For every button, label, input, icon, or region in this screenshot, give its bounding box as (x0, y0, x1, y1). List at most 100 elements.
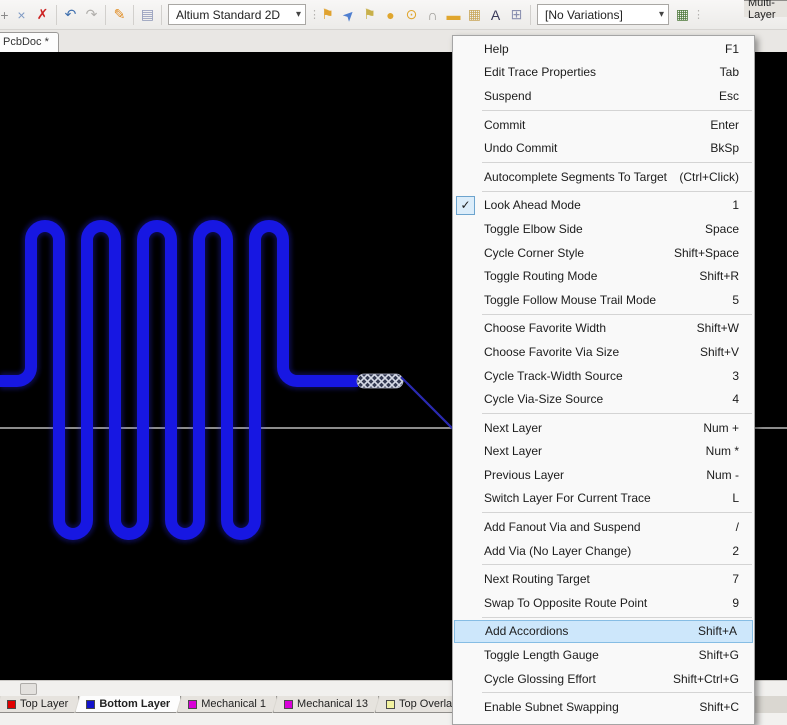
snap-point-icon[interactable]: × (11, 4, 32, 26)
menu-item-label: Add Accordions (485, 624, 688, 638)
menu-item-edit-trace-properties[interactable]: Edit Trace PropertiesTab (453, 61, 754, 85)
menu-item-shortcut: Shift+R (689, 269, 739, 283)
menu-item-cycle-glossing-effort[interactable]: Cycle Glossing EffortShift+Ctrl+G (453, 667, 754, 691)
toolbar-separator (530, 5, 531, 25)
menu-item-help[interactable]: HelpF1 (453, 37, 754, 61)
brush-icon[interactable]: ✎ (109, 4, 130, 26)
document-tab-pcbdoc[interactable]: PcbDoc * (0, 32, 59, 52)
footprint-wizard-icon[interactable]: ▤ (137, 4, 158, 26)
crosshair-icon[interactable]: + (0, 4, 11, 26)
layer-tab-mechanical-13[interactable]: Mechanical 13 (273, 696, 379, 713)
menu-item-cycle-track-width-source[interactable]: Cycle Track-Width Source3 (453, 364, 754, 388)
menu-item-shortcut: F1 (715, 42, 739, 56)
pad-array-icon[interactable]: ▦ (464, 4, 485, 26)
pad-icon[interactable]: ⊙ (401, 4, 422, 26)
menu-item-label: Suspend (484, 89, 709, 103)
layer-tab-label: Mechanical 1 (201, 698, 266, 710)
serpentine-trace[interactable] (0, 226, 358, 534)
toolbar-separator (133, 5, 134, 25)
menu-item-shortcut: Shift+G (689, 648, 739, 662)
menu-item-add-fanout-via-and-suspend[interactable]: Add Fanout Via and Suspend/ (453, 515, 754, 539)
menu-item-look-ahead-mode[interactable]: ✓ Look Ahead Mode1 (453, 194, 754, 218)
menu-item-commit[interactable]: CommitEnter (453, 113, 754, 137)
menu-item-autocomplete-segments-to-target[interactable]: Autocomplete Segments To Target(Ctrl+Cli… (453, 165, 754, 189)
layer-tab-bottom-layer[interactable]: Bottom Layer (75, 696, 181, 713)
menu-separator (482, 692, 752, 693)
menu-item-label: Swap To Opposite Route Point (484, 596, 722, 610)
menu-item-shortcut: 1 (722, 198, 739, 212)
menu-item-choose-favorite-width[interactable]: Choose Favorite WidthShift+W (453, 317, 754, 341)
via-icon[interactable]: ● (380, 4, 401, 26)
menu-item-shortcut: Num - (696, 468, 739, 482)
layer-tab-top-layer[interactable]: Top Layer (0, 696, 79, 713)
checkmark-icon: ✓ (456, 196, 475, 215)
menu-item-next-routing-target[interactable]: Next Routing Target7 (453, 567, 754, 591)
menu-item-label: Next Layer (484, 444, 696, 458)
menu-separator (482, 314, 752, 315)
menu-item-cycle-via-size-source[interactable]: Cycle Via-Size Source4 (453, 387, 754, 411)
menu-item-shortcut: Num + (693, 421, 739, 435)
menu-item-suspend[interactable]: SuspendEsc (453, 84, 754, 108)
menu-item-add-accordions[interactable]: Add AccordionsShift+A (454, 620, 753, 644)
menu-item-previous-layer[interactable]: Previous LayerNum - (453, 463, 754, 487)
chevron-down-icon[interactable]: ▾ (649, 9, 664, 20)
menu-item-enable-subnet-swapping[interactable]: Enable Subnet SwappingShift+C (453, 695, 754, 719)
menu-item-shortcut: Esc (709, 89, 739, 103)
menu-item-shortcut: 5 (722, 293, 739, 307)
layer-tab-label: Mechanical 13 (297, 698, 368, 710)
undo-icon[interactable]: ↶ (60, 4, 81, 26)
menu-item-label: Toggle Follow Mouse Trail Mode (484, 293, 722, 307)
horizontal-scrollbar-thumb[interactable] (20, 683, 37, 695)
fill-icon[interactable]: ▬ (443, 4, 464, 26)
menu-item-shortcut: / (726, 520, 739, 534)
toolbar-separator (56, 5, 57, 25)
menu-separator (482, 110, 752, 111)
menu-item-undo-commit[interactable]: Undo CommitBkSp (453, 136, 754, 160)
menu-item-shortcut: 4 (722, 392, 739, 406)
redo-icon[interactable]: ↷ (81, 4, 102, 26)
layer-tab-multi-layer[interactable]: Multi-Layer (744, 0, 787, 17)
variant-chip-icon[interactable]: ▦ (672, 4, 693, 26)
toolbar-drag-handle-icon[interactable]: ⋮ (693, 8, 701, 21)
menu-item-label: Add Via (No Layer Change) (484, 544, 722, 558)
menu-item-shortcut: Tab (710, 65, 739, 79)
menu-item-label: Add Fanout Via and Suspend (484, 520, 726, 534)
menu-item-switch-layer-for-current-trace[interactable]: Switch Layer For Current TraceL (453, 487, 754, 511)
menu-item-shortcut: L (722, 491, 739, 505)
component-icon[interactable]: ⊞ (506, 4, 527, 26)
variations-combo[interactable]: [No Variations] ▾ (537, 4, 669, 25)
menu-item-swap-to-opposite-route-point[interactable]: Swap To Opposite Route Point9 (453, 591, 754, 615)
menu-item-label: Previous Layer (484, 468, 696, 482)
layer-color-swatch (86, 700, 95, 709)
menu-item-next-layer[interactable]: Next LayerNum + (453, 416, 754, 440)
menu-item-label: Autocomplete Segments To Target (484, 170, 669, 184)
layer-tab-label: Top Layer (20, 698, 68, 710)
layer-color-swatch (7, 700, 16, 709)
toolbar-separator (161, 5, 162, 25)
menu-item-choose-favorite-via-size[interactable]: Choose Favorite Via SizeShift+V (453, 340, 754, 364)
menu-item-toggle-follow-mouse-trail-mode[interactable]: Toggle Follow Mouse Trail Mode5 (453, 288, 754, 312)
menu-item-label: Switch Layer For Current Trace (484, 491, 722, 505)
arc-icon[interactable]: ∩ (422, 4, 443, 26)
menu-item-label: Undo Commit (484, 141, 700, 155)
menu-item-label: Look Ahead Mode (484, 198, 722, 212)
layer-tab-label: Top Overlay (399, 698, 458, 710)
menu-item-toggle-routing-mode[interactable]: Toggle Routing ModeShift+R (453, 264, 754, 288)
menu-item-shortcut: 9 (722, 596, 739, 610)
layer-color-swatch (386, 700, 395, 709)
string-text-icon[interactable]: A (485, 4, 506, 26)
layer-tab-mechanical-1[interactable]: Mechanical 1 (177, 696, 277, 713)
view-mode-combo[interactable]: Altium Standard 2D▾ (168, 4, 306, 25)
menu-item-next-layer[interactable]: Next LayerNum * (453, 440, 754, 464)
menu-item-cycle-corner-style[interactable]: Cycle Corner StyleShift+Space (453, 241, 754, 265)
chevron-down-icon[interactable]: ▾ (286, 9, 301, 20)
menu-item-shortcut: 7 (722, 572, 739, 586)
top-toolbar: +×✗↶↷✎▤Altium Standard 2D▾⋮⚑➤⚑●⊙∩▬▦A⊞[No… (0, 0, 787, 30)
menu-item-label: Toggle Elbow Side (484, 222, 695, 236)
menu-item-add-via-no-layer-change[interactable]: Add Via (No Layer Change)2 (453, 539, 754, 563)
toolbar-drag-handle-icon[interactable]: ⋮ (309, 8, 317, 21)
variations-combo-value: [No Variations] (545, 8, 623, 22)
menu-item-toggle-elbow-side[interactable]: Toggle Elbow SideSpace (453, 217, 754, 241)
delete-trace-icon[interactable]: ✗ (32, 4, 53, 26)
menu-item-toggle-length-gauge[interactable]: Toggle Length GaugeShift+G (453, 643, 754, 667)
